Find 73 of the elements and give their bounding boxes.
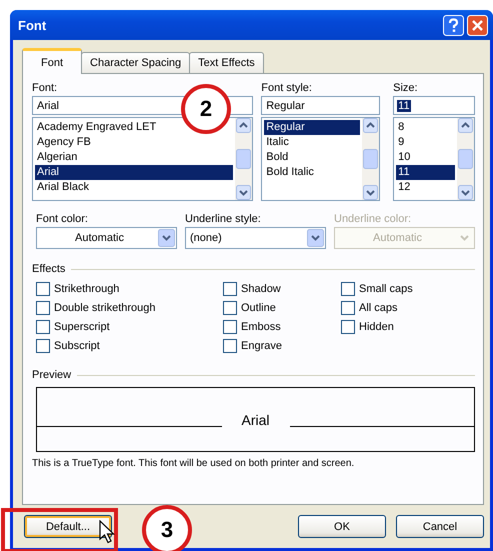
window-title: Font <box>18 18 48 32</box>
checkbox[interactable] <box>36 282 50 296</box>
list-item[interactable]: Arial Black <box>35 180 234 195</box>
list-item[interactable]: Regular <box>264 120 360 135</box>
checkbox[interactable] <box>223 338 237 352</box>
list-item[interactable]: 12 <box>396 180 455 195</box>
checkbox[interactable] <box>36 338 50 352</box>
list-item[interactable]: Italic <box>264 135 360 150</box>
font-note: This is a TrueType font. This font will be used on both printer and screen. <box>32 458 356 469</box>
scroll-up-icon <box>363 118 378 133</box>
list-item[interactable]: 9 <box>396 135 455 150</box>
preview-text: Arial <box>240 412 271 428</box>
scrollbar[interactable] <box>457 118 474 200</box>
checkbox-label: Small caps <box>359 282 413 294</box>
checkbox[interactable] <box>341 282 355 296</box>
checkbox[interactable] <box>36 320 50 334</box>
checkbox-label: Subscript <box>54 340 100 352</box>
field-label: Underline color: <box>334 213 412 227</box>
close-button[interactable] <box>467 14 488 36</box>
dropdown[interactable]: Automatic <box>36 227 177 249</box>
list-item[interactable]: Bold <box>264 150 360 165</box>
field-label: Size: <box>393 82 419 96</box>
numbered-callout: 3 <box>142 505 192 551</box>
dialog-button[interactable]: Cancel <box>396 515 484 538</box>
tab[interactable]: Text Effects <box>189 52 264 73</box>
dialog-button[interactable]: OK <box>298 515 386 538</box>
scroll-thumb-icon <box>458 149 473 169</box>
checkbox[interactable] <box>341 320 355 334</box>
checkbox-label: Hidden <box>359 320 394 332</box>
text-field[interactable]: Regular <box>261 96 380 115</box>
checkbox-label: Emboss <box>241 320 281 332</box>
field-label: Underline style: <box>185 213 262 227</box>
scroll-down-icon <box>458 185 473 200</box>
chevron-down-icon <box>158 229 175 247</box>
list-item[interactable]: Algerian <box>35 150 234 165</box>
list-item[interactable]: 11 <box>396 165 455 180</box>
checkbox[interactable] <box>36 300 50 314</box>
checkbox-label: Outline <box>241 302 276 314</box>
scroll-down-icon <box>236 185 252 200</box>
help-button[interactable] <box>443 14 464 36</box>
list-item[interactable]: 8 <box>396 120 455 135</box>
list-item[interactable]: 10 <box>396 150 455 165</box>
tab[interactable]: Font <box>22 48 82 74</box>
pointer-icon <box>99 520 115 544</box>
dropdown[interactable]: (none) <box>185 227 326 249</box>
scroll-up-icon <box>236 118 252 133</box>
scrollbar[interactable] <box>235 118 252 200</box>
checkbox[interactable] <box>223 282 237 296</box>
text-field[interactable]: 11 <box>393 96 475 115</box>
scrollbar[interactable] <box>362 118 380 200</box>
scroll-down-icon <box>363 185 378 200</box>
list-item[interactable]: Agency FB <box>35 135 234 150</box>
checkbox[interactable] <box>223 320 237 334</box>
checkbox[interactable] <box>341 300 355 314</box>
checkbox-label: Shadow <box>241 282 281 294</box>
field-label: Font color: <box>36 213 89 227</box>
group-label: Effects <box>32 263 66 275</box>
checkbox-label: Strikethrough <box>54 282 120 294</box>
list-item[interactable]: Arial <box>35 165 234 180</box>
checkbox-label: All caps <box>359 302 398 314</box>
group-label: Preview <box>32 369 72 381</box>
list-item[interactable]: Bold Italic <box>264 165 360 180</box>
field-label: Font style: <box>261 82 313 96</box>
chevron-down-icon <box>307 229 324 247</box>
tab[interactable]: Character Spacing <box>81 52 190 73</box>
scroll-thumb-icon <box>363 149 378 169</box>
scroll-up-icon <box>458 118 473 133</box>
checkbox-label: Double strikethrough <box>54 302 156 314</box>
checkbox[interactable] <box>223 300 237 314</box>
checkbox-label: Engrave <box>241 340 282 352</box>
field-label: Font: <box>32 82 58 96</box>
scroll-thumb-icon <box>236 149 252 169</box>
checkbox-label: Superscript <box>54 320 110 332</box>
